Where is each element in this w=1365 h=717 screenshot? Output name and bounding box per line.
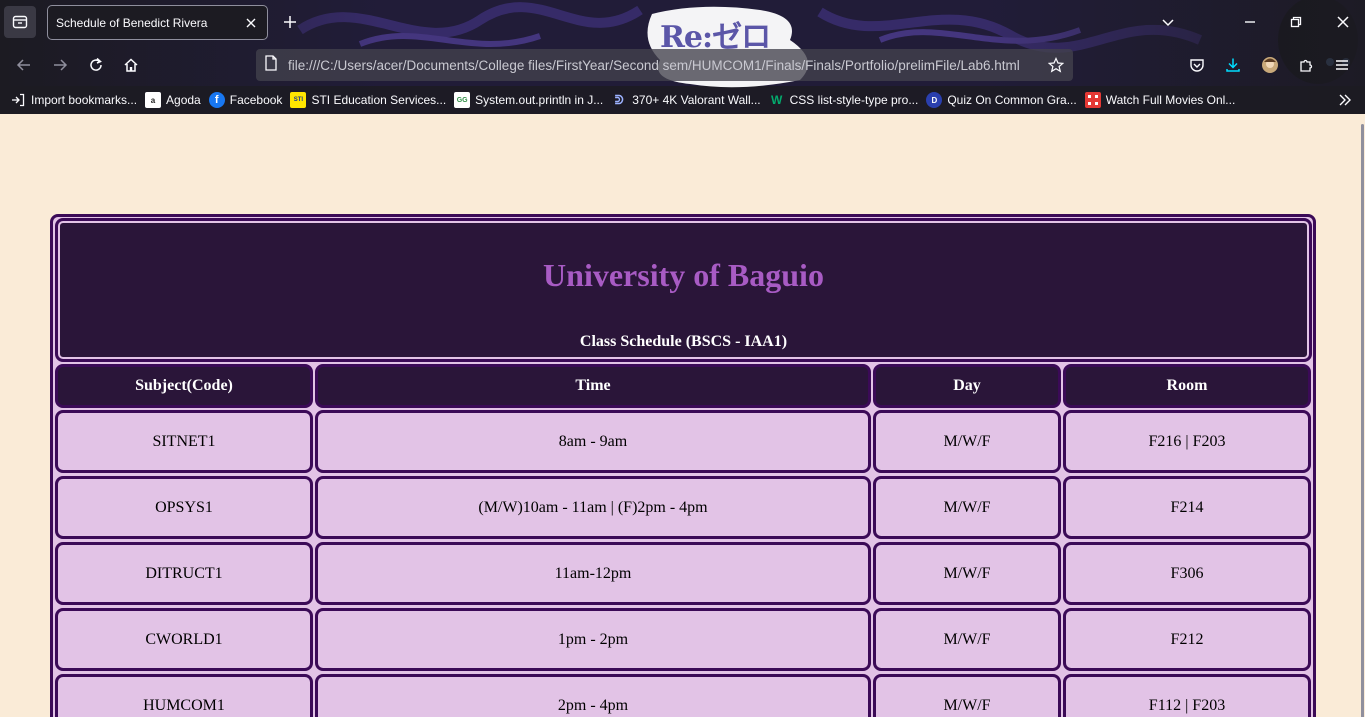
- table-cell-subject: SITNET1: [55, 410, 313, 473]
- new-tab-icon[interactable]: [278, 10, 302, 34]
- bookmark-w3[interactable]: W CSS list-style-type pro...: [769, 88, 918, 112]
- navigation-toolbar: file:///C:/Users/acer/Documents/College …: [0, 44, 1365, 86]
- table-cell-subject: HUMCOM1: [55, 674, 313, 717]
- geeksforgeeks-icon: GG: [454, 92, 471, 108]
- table-cell-day: M/W/F: [873, 410, 1061, 473]
- table-cell-day: M/W/F: [873, 542, 1061, 605]
- schedule-subtitle: Class Schedule (BSCS - IAA1): [579, 333, 788, 350]
- import-icon: [10, 92, 26, 108]
- agoda-icon: a: [145, 92, 162, 108]
- address-bar[interactable]: file:///C:/Users/acer/Documents/College …: [256, 49, 1073, 81]
- column-header-day: Day: [873, 364, 1061, 408]
- valorant-icon: ᕲ: [614, 92, 624, 107]
- table-caption: University of Baguio Class Schedule (BSC…: [55, 218, 1312, 362]
- tab-title: Schedule of Benedict Rivera: [56, 15, 208, 30]
- bookmark-movies[interactable]: Watch Full Movies Onl...: [1084, 88, 1235, 112]
- bookmark-agoda[interactable]: a Agoda: [145, 88, 201, 112]
- table-cell-subject: OPSYS1: [55, 476, 313, 539]
- bookmark-valorant[interactable]: ᕲ 370+ 4K Valorant Wall...: [611, 88, 761, 112]
- forward-arrow-icon[interactable]: [47, 52, 73, 78]
- table-cell-room: F306: [1063, 542, 1311, 605]
- table-cell-day: M/W/F: [873, 674, 1061, 717]
- tab-bar: Schedule of Benedict Rivera: [0, 0, 1365, 44]
- scrollbar-thumb[interactable]: [1361, 124, 1364, 717]
- account-avatar[interactable]: [1257, 52, 1283, 78]
- column-header-subject: Subject(Code): [55, 364, 313, 408]
- table-cell-time: 2pm - 4pm: [315, 674, 871, 717]
- page-file-icon: [264, 55, 278, 75]
- bookmark-sti[interactable]: STI STI Education Services...: [290, 88, 446, 112]
- extensions-puzzle-icon[interactable]: [1293, 52, 1319, 78]
- home-icon[interactable]: [118, 52, 144, 78]
- scrollbar[interactable]: [1359, 114, 1365, 717]
- restore-window-icon[interactable]: [1282, 8, 1310, 36]
- table-cell-time: (M/W)10am - 11am | (F)2pm - 4pm: [315, 476, 871, 539]
- download-icon[interactable]: [1220, 52, 1246, 78]
- quiz-icon: D: [926, 92, 943, 108]
- bookmark-facebook[interactable]: f Facebook: [208, 88, 282, 112]
- firefox-view-button[interactable]: [4, 6, 36, 38]
- table-cell-time: 11am-12pm: [315, 542, 871, 605]
- active-tab[interactable]: Schedule of Benedict Rivera: [47, 5, 268, 40]
- bookmark-import[interactable]: Import bookmarks...: [10, 88, 137, 112]
- bookmark-quiz[interactable]: D Quiz On Common Gra...: [926, 88, 1077, 112]
- facebook-icon: f: [208, 92, 225, 108]
- close-window-icon[interactable]: [1329, 8, 1357, 36]
- close-tab-icon[interactable]: [243, 15, 259, 31]
- browser-chrome: Re:ゼロ Schedule of Benedict Rivera file:/…: [0, 0, 1365, 114]
- table-cell-time: 1pm - 2pm: [315, 608, 871, 671]
- table-cell-room: F112 | F203: [1063, 674, 1311, 717]
- hamburger-menu-icon[interactable]: [1329, 52, 1355, 78]
- w3-icon: W: [770, 93, 783, 107]
- bookmarks-toolbar: Import bookmarks... a Agoda f Facebook S…: [0, 86, 1365, 114]
- bookmark-geeksforgeeks[interactable]: GG System.out.println in J...: [454, 88, 603, 112]
- firefox-view-icon: [12, 15, 28, 29]
- more-bookmarks-chevron-icon[interactable]: [1335, 90, 1355, 110]
- url-text[interactable]: file:///C:/Users/acer/Documents/College …: [288, 58, 1047, 73]
- table-cell-room: F214: [1063, 476, 1311, 539]
- table-cell-room: F212: [1063, 608, 1311, 671]
- chevron-down-icon[interactable]: [1156, 10, 1180, 34]
- table-cell-day: M/W/F: [873, 476, 1061, 539]
- sti-icon: STI: [290, 92, 307, 108]
- pocket-icon[interactable]: [1184, 52, 1210, 78]
- minimize-window-icon[interactable]: [1236, 8, 1264, 36]
- bookmark-star-icon[interactable]: [1047, 56, 1065, 74]
- university-title: University of Baguio: [543, 257, 824, 293]
- movies-icon: [1084, 92, 1101, 108]
- table-cell-subject: DITRUCT1: [55, 542, 313, 605]
- table-cell-day: M/W/F: [873, 608, 1061, 671]
- reload-icon[interactable]: [83, 52, 109, 78]
- column-header-room: Room: [1063, 364, 1311, 408]
- table-cell-subject: CWORLD1: [55, 608, 313, 671]
- column-header-time: Time: [315, 364, 871, 408]
- back-arrow-icon[interactable]: [11, 52, 37, 78]
- table-cell-room: F216 | F203: [1063, 410, 1311, 473]
- table-cell-time: 8am - 9am: [315, 410, 871, 473]
